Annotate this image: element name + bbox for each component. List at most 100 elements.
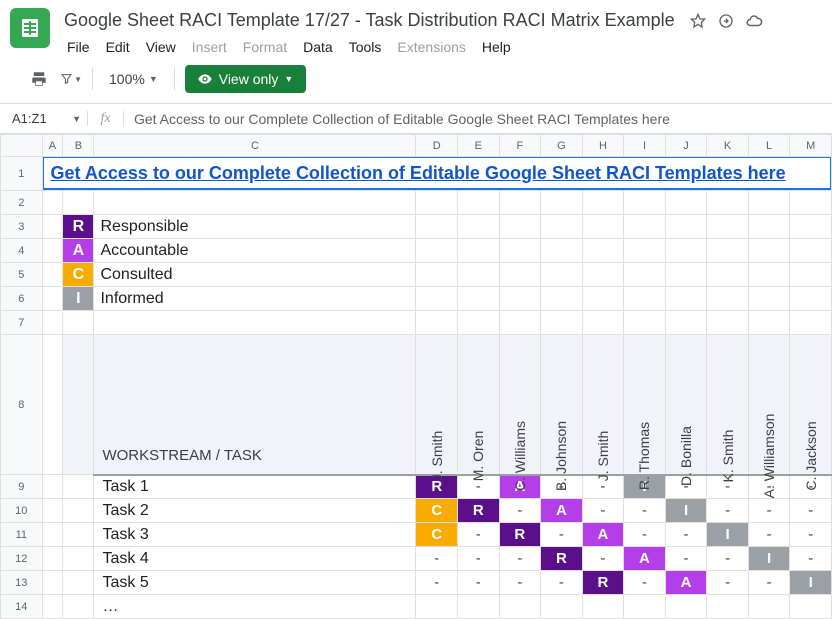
cell[interactable]	[63, 499, 94, 523]
cell[interactable]	[499, 239, 541, 263]
cell[interactable]	[707, 239, 749, 263]
person-header[interactable]: M. Oren	[458, 335, 500, 475]
raci-cell[interactable]: R	[541, 547, 583, 571]
cell[interactable]	[665, 263, 707, 287]
cell[interactable]	[624, 287, 666, 311]
raci-cell[interactable]: I	[748, 547, 790, 571]
cell[interactable]	[63, 595, 94, 619]
raci-cell[interactable]: -	[624, 499, 666, 523]
raci-cell[interactable]: -	[748, 571, 790, 595]
col-header-L[interactable]: L	[748, 135, 790, 157]
cell[interactable]	[541, 311, 583, 335]
col-header-G[interactable]: G	[541, 135, 583, 157]
cell[interactable]	[624, 595, 666, 619]
cell[interactable]	[665, 311, 707, 335]
task-name[interactable]: Task 2	[94, 499, 416, 523]
raci-cell[interactable]: -	[458, 571, 500, 595]
row-header[interactable]: 14	[1, 595, 43, 619]
cell[interactable]	[42, 571, 63, 595]
cell[interactable]	[707, 287, 749, 311]
legend-code[interactable]: R	[63, 215, 94, 239]
cell[interactable]	[499, 287, 541, 311]
move-icon[interactable]	[717, 12, 735, 30]
cell[interactable]	[499, 311, 541, 335]
cell[interactable]	[416, 287, 458, 311]
legend-code[interactable]: C	[63, 263, 94, 287]
row-header[interactable]: 3	[1, 215, 43, 239]
person-header[interactable]: R. Thomas	[624, 335, 666, 475]
raci-cell[interactable]: A	[624, 547, 666, 571]
cell[interactable]	[707, 215, 749, 239]
raci-cell[interactable]: -	[707, 571, 749, 595]
person-header[interactable]: C. Jackson	[790, 335, 832, 475]
raci-cell[interactable]: C	[416, 499, 458, 523]
cell[interactable]	[582, 595, 624, 619]
cloud-icon[interactable]	[745, 12, 763, 30]
cell[interactable]	[416, 191, 458, 215]
print-icon[interactable]	[28, 68, 50, 90]
menu-edit[interactable]: Edit	[99, 35, 137, 59]
cell[interactable]	[42, 499, 63, 523]
raci-cell[interactable]: -	[624, 523, 666, 547]
col-header-C[interactable]: C	[94, 135, 416, 157]
select-all-corner[interactable]	[1, 135, 43, 157]
col-header-E[interactable]: E	[458, 135, 500, 157]
menu-help[interactable]: Help	[475, 35, 518, 59]
raci-cell[interactable]: -	[458, 523, 500, 547]
task-name[interactable]: Task 1	[94, 475, 416, 499]
row-header[interactable]: 7	[1, 311, 43, 335]
cell[interactable]	[790, 595, 832, 619]
row-header[interactable]: 11	[1, 523, 43, 547]
cell[interactable]	[42, 335, 63, 475]
legend-code[interactable]: I	[63, 287, 94, 311]
raci-cell[interactable]: -	[748, 499, 790, 523]
cell[interactable]	[458, 595, 500, 619]
formula-input[interactable]: Get Access to our Complete Collection of…	[124, 111, 832, 127]
task-name[interactable]: Task 5	[94, 571, 416, 595]
cell[interactable]	[748, 239, 790, 263]
raci-cell[interactable]: -	[707, 499, 749, 523]
cell[interactable]	[63, 335, 94, 475]
cell[interactable]	[790, 191, 832, 215]
cell[interactable]	[707, 311, 749, 335]
cell[interactable]	[94, 311, 416, 335]
col-header-J[interactable]: J	[665, 135, 707, 157]
cell[interactable]	[42, 475, 63, 499]
cell[interactable]	[748, 263, 790, 287]
raci-cell[interactable]: -	[416, 571, 458, 595]
cell[interactable]	[665, 191, 707, 215]
raci-cell[interactable]: -	[582, 499, 624, 523]
raci-cell[interactable]: -	[707, 547, 749, 571]
cell[interactable]	[499, 595, 541, 619]
filter-icon[interactable]: ▼	[60, 68, 82, 90]
name-box[interactable]: A1:Z1▼	[0, 111, 88, 126]
cell[interactable]	[582, 239, 624, 263]
person-header[interactable]: K. Smith	[707, 335, 749, 475]
cell[interactable]	[94, 191, 416, 215]
raci-cell[interactable]: -	[541, 571, 583, 595]
cell[interactable]	[42, 547, 63, 571]
raci-cell[interactable]: -	[748, 523, 790, 547]
cell[interactable]	[624, 311, 666, 335]
cell[interactable]	[63, 191, 94, 215]
cell[interactable]	[42, 287, 63, 311]
raci-cell[interactable]: -	[499, 499, 541, 523]
cell[interactable]	[748, 191, 790, 215]
cell[interactable]	[63, 547, 94, 571]
row-header[interactable]: 2	[1, 191, 43, 215]
raci-cell[interactable]: -	[499, 571, 541, 595]
cell[interactable]	[707, 263, 749, 287]
raci-cell[interactable]: R	[458, 499, 500, 523]
row-header[interactable]: 9	[1, 475, 43, 499]
person-header[interactable]: C. Williams	[499, 335, 541, 475]
col-header-F[interactable]: F	[499, 135, 541, 157]
spreadsheet-grid[interactable]: ABCDEFGHIJKLM 1Get Access to our Complet…	[0, 134, 832, 619]
cell[interactable]	[42, 311, 63, 335]
cell[interactable]	[63, 571, 94, 595]
col-header-M[interactable]: M	[790, 135, 832, 157]
raci-cell[interactable]: A	[582, 523, 624, 547]
raci-cell[interactable]: R	[499, 523, 541, 547]
cell[interactable]	[42, 191, 63, 215]
cell[interactable]	[624, 263, 666, 287]
row-header[interactable]: 1	[1, 157, 43, 191]
